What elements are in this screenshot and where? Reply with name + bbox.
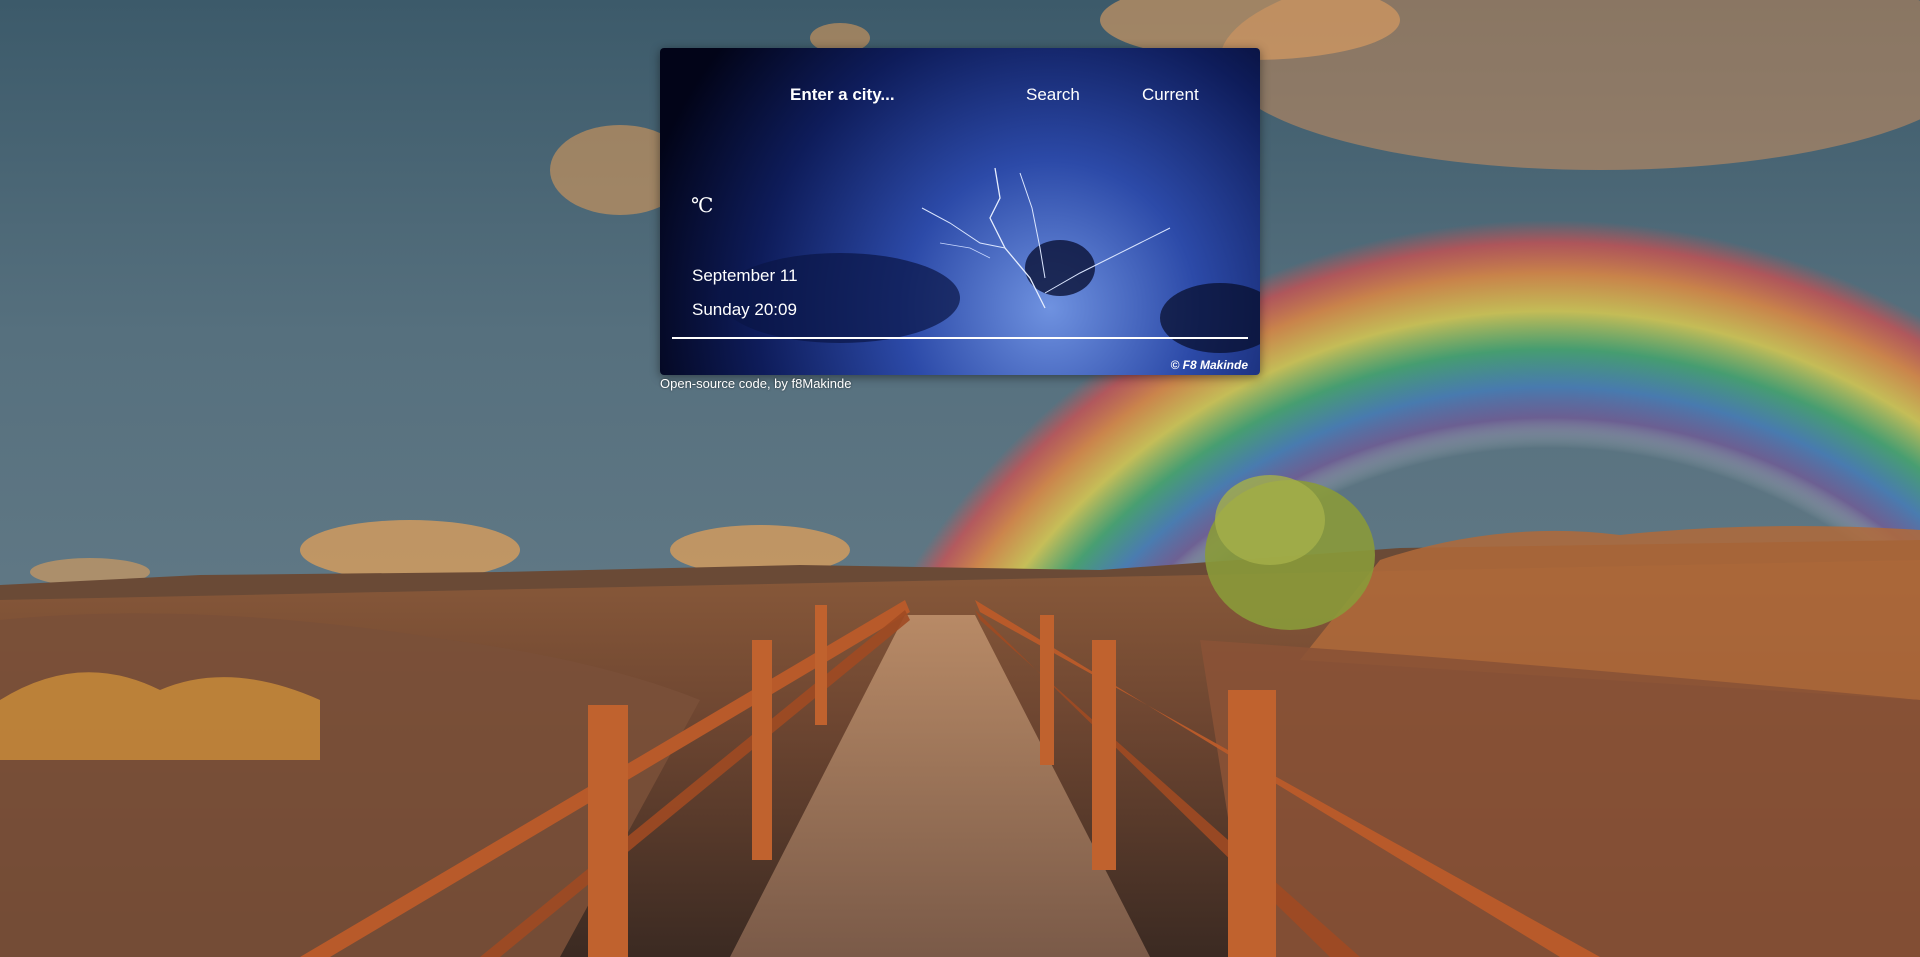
card-credit: © F8 Makinde bbox=[1170, 358, 1248, 372]
city-search-input[interactable] bbox=[790, 81, 990, 109]
date-label: September 11 bbox=[692, 266, 798, 285]
current-location-button[interactable]: Current bbox=[1142, 81, 1199, 109]
weather-card: Search Current ℃ September 11 Sunday 20:… bbox=[660, 48, 1260, 375]
search-button[interactable]: Search bbox=[1026, 81, 1080, 109]
divider bbox=[672, 337, 1248, 339]
day-time-label: Sunday 20:09 bbox=[692, 300, 797, 319]
temperature-unit: ℃ bbox=[691, 193, 714, 217]
weather-content: Search Current ℃ September 11 Sunday 20:… bbox=[660, 48, 1260, 375]
open-source-link[interactable]: Open-source code, by f8Makinde bbox=[660, 376, 852, 391]
page: Search Current ℃ September 11 Sunday 20:… bbox=[0, 0, 1920, 957]
